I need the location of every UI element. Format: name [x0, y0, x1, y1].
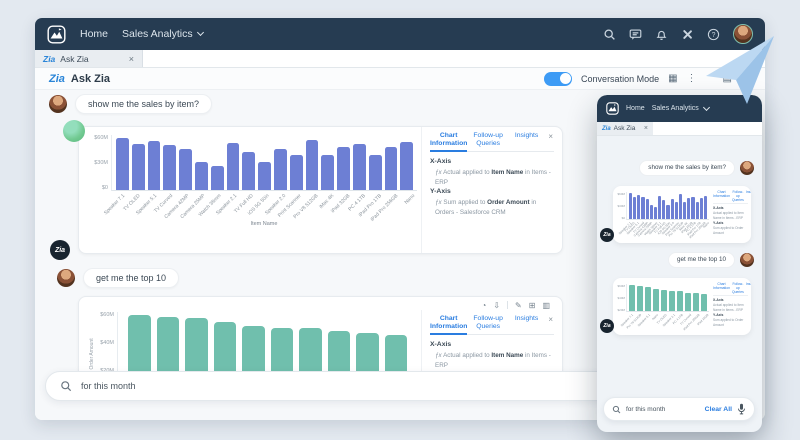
refresh-icon[interactable]: ◔ [481, 301, 486, 310]
tab-insights[interactable]: Insights [509, 315, 544, 323]
user-message-bubble: get me the top 10 [668, 252, 735, 268]
zia-avatar: Zia [600, 228, 614, 242]
kebab-menu-icon[interactable]: ⋮ [687, 73, 697, 84]
search-icon [612, 405, 621, 414]
ask-zia-popup-panel: Home Sales Analytics Zia Ask Zia × show … [597, 95, 762, 432]
tab-label: Ask Zia [60, 54, 88, 64]
tab-insights[interactable]: Insights [746, 190, 751, 202]
feedback-icon[interactable] [629, 28, 642, 41]
zia-avatar: Zia [600, 319, 614, 333]
analytics-logo-icon[interactable] [47, 25, 66, 44]
mini-chart-card-top-10: $60M$40M$20MSpeaker 7.1Pro V8 512GBSpeak… [613, 278, 751, 335]
top-10-chart[interactable]: Σ Order Amount$60M$40M$20M [89, 312, 417, 374]
user-message-avatar [740, 161, 754, 175]
tab-ask-zia[interactable]: Zia Ask Zia × [597, 122, 653, 135]
search-icon [60, 380, 72, 392]
page-title: Ask Zia [71, 73, 110, 85]
zia-logo: Zia [602, 126, 611, 132]
tab-follow-up-queries[interactable]: Follow-up Queries [732, 282, 744, 294]
tab-follow-up-queries[interactable]: Follow-up Queries [732, 190, 744, 202]
download-icon[interactable]: ⇩ [493, 301, 500, 310]
nav-home[interactable]: Home [80, 28, 108, 40]
zia-status-dot [63, 120, 85, 142]
tab-ask-zia[interactable]: Zia Ask Zia × [35, 50, 143, 67]
popup-query-input[interactable] [626, 406, 700, 413]
tab-chart-information[interactable]: Chart Information [430, 132, 467, 152]
tab-chart-information[interactable]: Chart Information [430, 315, 467, 335]
conversation-mode-toggle[interactable] [544, 72, 572, 86]
notifications-bell-icon[interactable] [655, 28, 668, 41]
mini-top-10-chart[interactable]: $60M$40M$20MSpeaker 7.1Pro V8 512GBSpeak… [617, 284, 709, 323]
user-message-bubble: show me the sales by item? [639, 160, 735, 176]
tab-insights[interactable]: Insights [509, 132, 544, 140]
popup-tab-bar: Zia Ask Zia × [597, 122, 762, 136]
card-tabs: Chart Information Follow-up Queries Insi… [430, 315, 554, 335]
workspace-tab-bar: Zia Ask Zia × [35, 50, 765, 68]
clear-all-link[interactable]: Clear All [705, 406, 732, 413]
card-tabs: Chart Information Follow-up Queries Insi… [713, 282, 748, 296]
popup-query-bar[interactable]: Clear All [603, 397, 755, 421]
tools-icon[interactable] [681, 28, 694, 41]
zia-avatar: Zia [50, 240, 70, 260]
card-close-icon[interactable]: × [547, 315, 554, 324]
tab-chart-information[interactable]: Chart Information [713, 282, 730, 294]
report-grid-icon[interactable]: ▦ [668, 74, 677, 84]
table-view-icon[interactable]: ⊞ [529, 301, 536, 310]
chart-information-panel: X-Axis Actual applied to Item Name in It… [713, 206, 748, 235]
chart-information-panel: X-Axis Actual applied to Item Name in It… [713, 298, 748, 327]
nav-workspace-selector[interactable]: Sales Analytics [122, 28, 203, 40]
user-message-avatar [740, 253, 754, 267]
edit-icon[interactable]: ✎ [515, 301, 522, 310]
zia-logo: Zia [43, 54, 55, 64]
top-navbar: Home Sales Analytics ? [35, 18, 765, 50]
tab-follow-up-queries[interactable]: Follow-up Queries [470, 132, 505, 148]
conversation-mode-label: Conversation Mode [581, 74, 659, 84]
chevron-down-icon [197, 29, 204, 36]
tab-insights[interactable]: Insights [746, 282, 751, 294]
user-message-bubble: get me the top 10 [83, 268, 179, 288]
chart-card-sales-by-item: $60M$30M$0Speaker 7.1TV OLEDSpeaker 5.1T… [78, 126, 563, 254]
ask-zia-header: Zia Ask Zia Conversation Mode ▦ ⋮ ▤ ⋮ [35, 68, 765, 90]
tab-chart-information[interactable]: Chart Information [713, 190, 730, 202]
paper-plane-cursor [700, 30, 780, 108]
microphone-icon[interactable] [737, 403, 746, 415]
card-tabs: Chart Information Follow-up Queries Insi… [713, 190, 748, 204]
user-message-bubble: show me the sales by item? [75, 94, 212, 114]
sales-by-item-chart[interactable]: $60M$30M$0Speaker 7.1TV OLEDSpeaker 5.1T… [89, 135, 417, 227]
user-message-avatar [49, 95, 67, 113]
mini-sales-by-item-chart[interactable]: $60M$30M$0Speaker 7.1TV OLEDSpeaker 5.1T… [617, 192, 709, 231]
card-close-icon[interactable]: × [547, 132, 554, 141]
popup-conversation-area: show me the sales by item? $60M$30M$0Spe… [597, 136, 762, 432]
chart-toolbar: ◔ ⇩ ✎ ⊞ ▥ [79, 297, 562, 310]
search-icon[interactable] [603, 28, 616, 41]
tab-follow-up-queries[interactable]: Follow-up Queries [470, 315, 505, 331]
tab-close-icon[interactable]: × [129, 54, 134, 64]
chart-information-panel: X-Axis ƒx Actual applied to Item Name in… [430, 157, 554, 217]
card-tabs: Chart Information Follow-up Queries Insi… [430, 132, 554, 152]
analytics-logo-icon[interactable] [606, 102, 619, 115]
user-message-avatar [57, 269, 75, 287]
zia-logo: Zia [49, 73, 65, 85]
nav-home[interactable]: Home [626, 105, 645, 112]
tab-close-icon[interactable]: × [644, 125, 648, 132]
chart-type-icon[interactable]: ▥ [542, 301, 550, 310]
mini-chart-card-sales: $60M$30M$0Speaker 7.1TV OLEDSpeaker 5.1T… [613, 186, 751, 243]
